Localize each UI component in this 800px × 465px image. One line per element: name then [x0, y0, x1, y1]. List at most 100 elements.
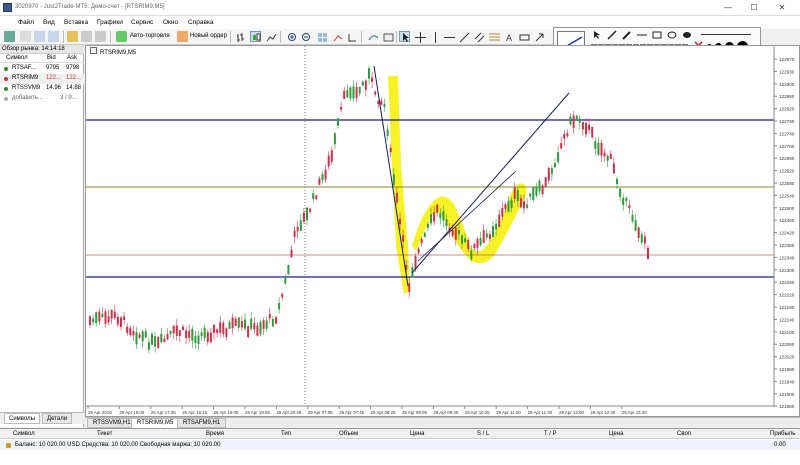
text-tool-icon[interactable]: A	[503, 31, 514, 43]
chart-shift-icon[interactable]	[346, 31, 357, 42]
candle-body	[495, 223, 498, 230]
candle-body	[147, 342, 150, 350]
market-watch-icon[interactable]	[34, 31, 45, 42]
autotrade-button[interactable]: Авто-торговля	[130, 33, 170, 39]
chart-tab-rtsafm9[interactable]: RTSAFM9,H1	[177, 418, 227, 428]
candle-body	[101, 313, 104, 318]
menu-window[interactable]: Окно	[163, 19, 178, 26]
col-symbol[interactable]: Символ	[13, 431, 35, 437]
new-order-icon[interactable]	[177, 31, 188, 42]
market-watch-columns: Символ Bid Ask	[0, 54, 84, 63]
col-sl[interactable]: S / L	[477, 431, 489, 437]
menu-insert[interactable]: Вставка	[64, 19, 88, 26]
price-tick-label: 122100	[779, 330, 795, 335]
candle-body	[151, 333, 153, 345]
chart-tab-rtssvm9[interactable]: RTSSVM9,H1	[87, 418, 137, 428]
bar-chart-icon[interactable]	[235, 31, 246, 42]
add-symbol-row[interactable]: добавить... 3 / 9...	[0, 94, 84, 104]
col-ask[interactable]: Ask	[67, 55, 77, 61]
profiles-icon[interactable]	[20, 31, 31, 42]
tab-details[interactable]: Детали	[42, 413, 73, 424]
label-tool-icon[interactable]	[518, 31, 530, 42]
autotrade-icon[interactable]	[116, 31, 127, 42]
tile-windows-icon[interactable]	[316, 31, 327, 42]
candle-body	[423, 232, 426, 237]
vertical-line-icon[interactable]	[429, 31, 440, 43]
col-time[interactable]: Время	[206, 431, 224, 437]
col-symbol[interactable]: Символ	[6, 55, 28, 61]
candle-body	[358, 86, 361, 94]
symbol-name: RTSRIM9	[12, 75, 39, 81]
chart-tab-rtsrim9[interactable]: RTSRIM9,M5	[131, 418, 180, 428]
balance-row[interactable]: Баланс: 10 020.00 USD Средства: 10 020.0…	[0, 440, 800, 450]
templates-icon[interactable]	[382, 31, 394, 42]
candle-body	[89, 316, 91, 326]
arrow-tool-icon[interactable]	[533, 31, 544, 42]
col-tp[interactable]: T / P	[544, 431, 557, 437]
trendline-icon[interactable]	[458, 31, 470, 43]
fibonacci-icon[interactable]	[488, 31, 500, 42]
candle-body	[237, 317, 240, 328]
ellipse-icon[interactable]	[667, 30, 677, 40]
channel-icon[interactable]	[473, 31, 485, 43]
chart-canvas[interactable]: 122870122740122530122460 122970122930122…	[86, 46, 800, 417]
horizontal-line-icon[interactable]	[443, 31, 455, 42]
indicators-icon[interactable]	[367, 31, 379, 42]
col-current-price[interactable]: Цена	[609, 431, 623, 437]
candle-body	[560, 143, 563, 149]
line-icon[interactable]	[637, 30, 647, 40]
stroke-width-slider[interactable]	[701, 34, 751, 35]
col-volume[interactable]: Объем	[339, 431, 358, 437]
col-profit[interactable]: Прибыль	[770, 431, 795, 437]
rectangle-icon[interactable]	[652, 30, 662, 40]
zoom-out-icon[interactable]	[300, 31, 311, 42]
candle-body	[306, 207, 308, 221]
chart-one-click-icon[interactable]	[90, 47, 97, 54]
brush-icon[interactable]	[622, 30, 632, 40]
add-icon	[4, 97, 8, 101]
cursor-pointer-icon[interactable]	[592, 30, 602, 40]
terminal-icon[interactable]	[81, 31, 92, 42]
maximize-button[interactable]: ☐	[744, 2, 764, 14]
line-chart-icon[interactable]	[265, 31, 277, 42]
candle-body	[364, 80, 367, 90]
candle-body	[163, 338, 166, 343]
candle-body	[581, 122, 584, 130]
price-tick-label: 122460	[779, 218, 795, 223]
close-button[interactable]: ✕	[772, 2, 792, 14]
zoom-in-icon[interactable]	[286, 31, 297, 42]
menu-help[interactable]: Справка	[188, 19, 214, 26]
col-ticket[interactable]: Тикет	[97, 431, 112, 437]
price-chart[interactable]: 122870122740122530122460 122970122930122…	[85, 45, 800, 417]
col-type[interactable]: Тип	[281, 431, 291, 437]
candle-body	[191, 328, 194, 341]
cursor-icon[interactable]	[399, 31, 410, 42]
candle-body	[262, 320, 265, 329]
menu-charts[interactable]: Графики	[97, 19, 123, 26]
candle-body	[302, 212, 305, 222]
menu-file[interactable]: Файл	[18, 19, 34, 26]
crosshair-icon[interactable]	[414, 31, 426, 43]
candlestick-icon[interactable]	[250, 31, 261, 42]
menu-view[interactable]: Вид	[43, 19, 55, 26]
data-window-icon[interactable]	[48, 31, 59, 42]
autoscroll-icon[interactable]	[332, 31, 343, 42]
col-swap[interactable]: Своп	[677, 431, 691, 437]
filled-ellipse-icon[interactable]	[682, 30, 692, 40]
market-watch-row[interactable]: RTSAF... 9795 9798	[0, 64, 84, 74]
candle-body	[420, 238, 423, 244]
menu-tools[interactable]: Сервис	[131, 19, 153, 26]
minimize-button[interactable]: —	[718, 2, 738, 14]
strategy-tester-icon[interactable]	[95, 31, 106, 42]
col-price[interactable]: Цена	[410, 431, 424, 437]
candle-body	[526, 204, 529, 208]
col-bid[interactable]: Bid	[47, 55, 56, 61]
market-watch-row[interactable]: RTSSVM9 14.96 14.88	[0, 84, 84, 94]
candle-body	[439, 213, 442, 219]
market-watch-row[interactable]: RTSRIM9 122... 122...	[0, 74, 84, 84]
new-order-button[interactable]: Новый ордер	[190, 33, 227, 39]
new-chart-icon[interactable]	[4, 31, 15, 42]
navigator-icon[interactable]	[67, 31, 78, 42]
pen-icon[interactable]	[607, 30, 617, 40]
tab-symbols[interactable]: Символы	[4, 413, 40, 424]
